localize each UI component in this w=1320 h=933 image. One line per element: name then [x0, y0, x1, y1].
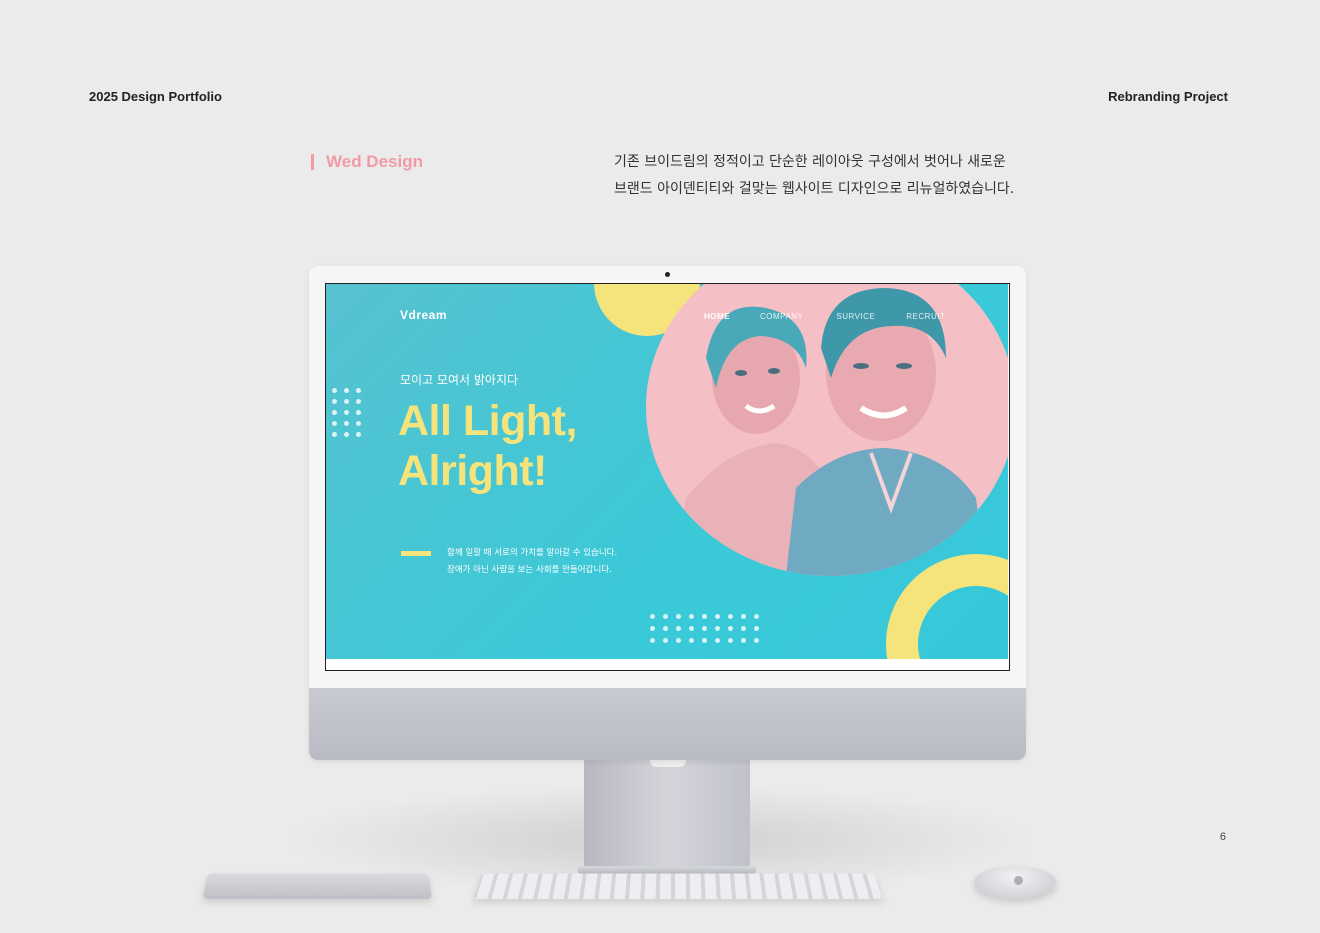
trackpad	[202, 873, 433, 899]
apple-icon	[1014, 876, 1023, 885]
hero-title-line: Alright!	[398, 447, 547, 495]
camera-icon	[665, 272, 670, 277]
section-description: 기존 브이드림의 정적이고 단순한 레이아웃 구성에서 벗어나 새로운 브랜드 …	[614, 149, 1014, 203]
hero-body-line: 장애가 아닌 사람을 보는 사회를 만들어갑니다.	[447, 565, 612, 575]
monitor-bezel: Vdream HOME COMPANY SURVICE RECRUIT 모이고 …	[309, 266, 1026, 688]
monitor-screen: Vdream HOME COMPANY SURVICE RECRUIT 모이고 …	[325, 283, 1010, 671]
website-mockup: Vdream HOME COMPANY SURVICE RECRUIT 모이고 …	[326, 284, 1008, 659]
stand-notch	[650, 760, 686, 767]
monitor: Vdream HOME COMPANY SURVICE RECRUIT 모이고 …	[309, 266, 1026, 760]
people-illustration	[676, 288, 986, 576]
hero-title: All Light, Alright!	[398, 396, 577, 496]
accent-dash	[401, 551, 431, 556]
yellow-ring-decoration	[886, 554, 1008, 659]
description-line: 브랜드 아이덴티티와 걸맞는 웹사이트 디자인으로 리뉴얼하였습니다.	[614, 181, 1015, 197]
keyboard	[473, 873, 883, 899]
hero-body: 함께 일할 때 서로의 가치를 알아갈 수 있습니다. 장애가 아닌 사람을 보…	[447, 545, 617, 579]
dot-pattern-bottom	[650, 614, 760, 643]
project-title: Rebranding Project	[1108, 89, 1228, 104]
hero-body-line: 함께 일할 때 서로의 가치를 알아갈 수 있습니다.	[447, 548, 618, 558]
nav-company[interactable]: COMPANY	[760, 312, 803, 321]
site-nav: HOME COMPANY SURVICE RECRUIT	[704, 312, 945, 321]
monitor-chin	[309, 688, 1026, 760]
hero-photo	[646, 284, 1008, 576]
hero-title-line: All Light,	[398, 397, 577, 445]
section-title: Wed Design	[311, 153, 423, 170]
site-logo[interactable]: Vdream	[400, 308, 447, 322]
monitor-stand	[584, 760, 750, 872]
nav-home[interactable]: HOME	[704, 312, 730, 321]
page-number: 6	[1219, 831, 1226, 843]
hero-subtitle: 모이고 모여서 밝아지다	[400, 373, 519, 387]
dot-pattern-left	[332, 388, 362, 437]
nav-recruit[interactable]: RECRUIT	[906, 312, 945, 321]
nav-service[interactable]: SURVICE	[836, 312, 875, 321]
portfolio-title: 2025 Design Portfolio	[89, 89, 222, 104]
description-line: 기존 브이드림의 정적이고 단순한 레이아웃 구성에서 벗어나 새로운	[614, 154, 1006, 170]
